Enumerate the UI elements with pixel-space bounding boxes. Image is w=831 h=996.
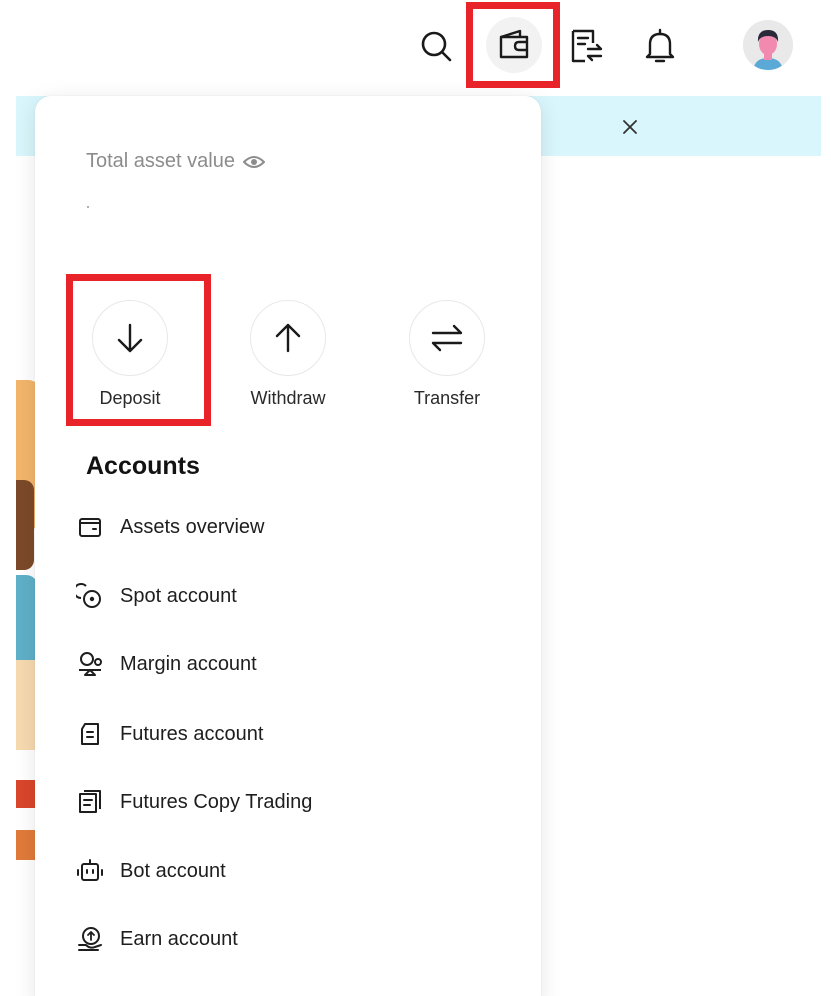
arrow-up-icon bbox=[275, 323, 301, 353]
accounts-heading: Accounts bbox=[86, 452, 200, 480]
earn-icon bbox=[78, 927, 102, 951]
menu-label-futures-account: Futures account bbox=[120, 722, 264, 745]
transfer-button[interactable]: Transfer bbox=[382, 300, 512, 409]
orders-icon bbox=[571, 29, 603, 63]
futures-icon bbox=[81, 723, 99, 745]
bot-icon bbox=[77, 859, 103, 881]
menu-item-spot-account[interactable]: Spot account bbox=[75, 575, 515, 617]
notifications-button[interactable] bbox=[640, 24, 680, 68]
menu-label-bot-account: Bot account bbox=[120, 859, 226, 882]
avatar-icon bbox=[743, 20, 793, 70]
menu-item-earn-account[interactable]: Earn account bbox=[75, 918, 515, 960]
copy-trading-icon bbox=[79, 790, 101, 813]
menu-item-futures-account[interactable]: Futures account bbox=[75, 713, 515, 755]
asset-value-placeholder bbox=[87, 206, 89, 208]
total-asset-text: Total asset value bbox=[86, 150, 235, 172]
assets-dropdown-panel: Total asset value Deposit Withdraw Trans… bbox=[35, 96, 541, 996]
menu-label-futures-copy-trading: Futures Copy Trading bbox=[120, 790, 313, 813]
orders-button[interactable] bbox=[566, 24, 606, 68]
menu-item-futures-copy-trading[interactable]: Futures Copy Trading bbox=[75, 781, 515, 823]
transfer-label: Transfer bbox=[413, 388, 481, 408]
deposit-highlight-box bbox=[66, 274, 211, 426]
bell-icon bbox=[645, 28, 675, 63]
transfer-icon bbox=[431, 324, 463, 352]
eye-icon[interactable] bbox=[242, 154, 265, 170]
total-asset-label: Total asset value bbox=[86, 150, 265, 173]
menu-label-assets-overview: Assets overview bbox=[120, 515, 265, 538]
search-button[interactable] bbox=[416, 24, 456, 68]
search-icon bbox=[421, 31, 452, 62]
wallet-highlight-box bbox=[466, 2, 560, 88]
wallet-outline-icon bbox=[79, 518, 101, 537]
withdraw-button[interactable]: Withdraw bbox=[223, 300, 353, 409]
banner-close-button[interactable] bbox=[618, 115, 642, 139]
coins-icon bbox=[76, 583, 101, 608]
close-icon bbox=[623, 120, 637, 134]
user-avatar[interactable] bbox=[743, 20, 793, 70]
menu-item-margin-account[interactable]: Margin account bbox=[75, 643, 515, 685]
menu-label-spot-account: Spot account bbox=[120, 584, 237, 607]
menu-label-earn-account: Earn account bbox=[120, 927, 238, 950]
menu-label-margin-account: Margin account bbox=[120, 652, 257, 675]
menu-item-assets-overview[interactable]: Assets overview bbox=[75, 506, 515, 548]
withdraw-label: Withdraw bbox=[250, 388, 326, 408]
menu-item-bot-account[interactable]: Bot account bbox=[75, 850, 515, 892]
margin-icon bbox=[79, 652, 102, 676]
